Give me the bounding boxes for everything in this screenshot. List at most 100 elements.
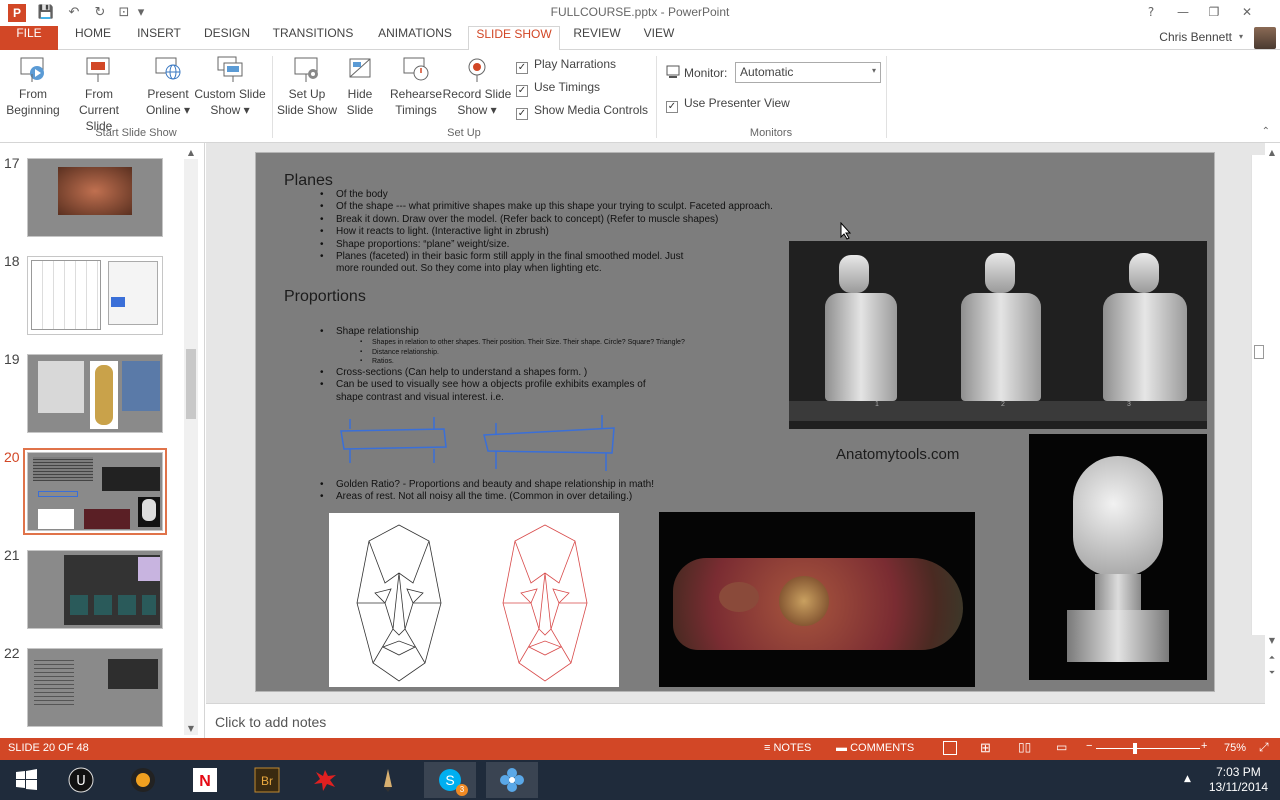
restore-icon[interactable]: ❐ [1203, 2, 1225, 22]
record-slide-show-button[interactable]: Record Slide Show ▾ [442, 54, 512, 118]
scroll-down-icon[interactable]: ▼ [1265, 635, 1279, 647]
taskbar-app[interactable] [117, 762, 169, 798]
taskbar-app[interactable] [486, 762, 538, 798]
proportions-bullet-list[interactable]: Cross-sections (Can help to understand a… [320, 367, 780, 404]
proportions-bullet[interactable]: Shape relationship [320, 326, 780, 339]
taskbar-app[interactable]: Br [241, 762, 293, 798]
reading-view-icon[interactable]: ▯▯ [1018, 740, 1031, 754]
cross-section-photo [659, 512, 975, 687]
previous-slide-icon[interactable]: ⏶ [1265, 652, 1279, 664]
rehearse-timings-button[interactable]: Rehearse Timings [388, 54, 444, 118]
tray-expand-icon[interactable]: ▲ [1184, 774, 1191, 784]
setup-slide-show-button[interactable]: Set Up Slide Show [276, 54, 338, 118]
windows-start-icon [16, 769, 37, 790]
use-timings-checkbox[interactable]: ✓ Use Timings [516, 80, 600, 97]
user-name[interactable]: Chris Bennett [1159, 30, 1232, 44]
group-divider [886, 56, 887, 138]
slide-thumbnail[interactable] [27, 354, 163, 433]
ribbon: From Beginning From Current Slide Presen… [0, 50, 1280, 143]
chevron-down-icon[interactable]: ▾ [1239, 32, 1243, 41]
tab-review[interactable]: REVIEW [570, 26, 624, 50]
thumbnail-number: 19 [4, 351, 20, 367]
fit-to-window-icon[interactable]: ⤢ [1259, 740, 1269, 755]
zoom-slider[interactable] [1096, 748, 1200, 749]
tab-slide-show[interactable]: SLIDE SHOW [468, 26, 560, 51]
from-beginning-button[interactable]: From Beginning [4, 54, 62, 118]
svg-text:S: S [445, 772, 454, 788]
slide-counter: SLIDE 20 OF 48 [8, 742, 89, 754]
normal-view-icon[interactable] [943, 741, 957, 755]
tab-home[interactable]: HOME [66, 26, 120, 50]
zoom-level[interactable]: 75% [1224, 742, 1246, 754]
taskbar-app[interactable] [362, 762, 414, 798]
notes-placeholder[interactable]: Click to add notes [215, 714, 326, 730]
image-caption[interactable]: Anatomytools.com [836, 446, 959, 463]
slide-heading-planes[interactable]: Planes [284, 172, 333, 190]
taskbar-app[interactable] [299, 762, 351, 798]
scrollbar-thumb[interactable] [1254, 345, 1264, 359]
next-slide-icon[interactable]: ⏷ [1265, 667, 1279, 679]
svg-text:U: U [76, 774, 86, 789]
slide-thumbnail[interactable] [27, 550, 163, 629]
hide-slide-button[interactable]: Hide Slide [340, 54, 380, 118]
tab-design[interactable]: DESIGN [198, 26, 256, 50]
current-slide[interactable]: Planes Of the body Of the shape --- what… [255, 152, 1215, 692]
slide-thumbnail[interactable] [27, 256, 163, 335]
slide-thumbnail-selected[interactable] [23, 448, 167, 535]
scroll-up-icon[interactable]: ▲ [1265, 147, 1279, 159]
slideshow-play-icon [20, 57, 44, 82]
proportions-bullet-list-2[interactable]: Golden Ratio? - Proportions and beauty a… [320, 479, 790, 504]
from-current-slide-button[interactable]: From Current Slide [64, 54, 134, 134]
help-icon[interactable]: ? [1140, 2, 1162, 22]
scrollbar-thumb[interactable] [186, 349, 196, 419]
scroll-up-icon[interactable]: ▲ [184, 147, 198, 159]
slide-show-view-icon[interactable]: ▭ [1056, 740, 1067, 754]
monitor-select[interactable]: Automatic ▾ [735, 62, 881, 83]
planes-bullet-list[interactable]: Of the body Of the shape --- what primit… [320, 189, 860, 276]
setup-show-icon [294, 57, 318, 82]
tab-view[interactable]: VIEW [636, 26, 682, 50]
use-presenter-view-checkbox[interactable]: ✓ Use Presenter View [666, 96, 790, 113]
comments-button[interactable]: ▬ COMMENTS [836, 742, 914, 754]
title-bar: P 💾 ↶ ↻ ⊡ ▾ FULLCOURSE.pptx - PowerPoint… [0, 0, 1280, 26]
notes-toggle-button[interactable]: ≡ NOTES [764, 742, 811, 754]
monitor-label: Monitor: [684, 66, 728, 80]
thumbnail-number: 17 [4, 155, 20, 171]
tab-insert[interactable]: INSERT [130, 26, 188, 50]
play-narrations-checkbox[interactable]: ✓ Play Narrations [516, 57, 616, 74]
collapse-ribbon-icon[interactable]: ⌃ [1262, 126, 1270, 137]
slide-sorter-icon[interactable]: ⊞ [980, 740, 991, 756]
taskbar-app-skype[interactable]: S 3 [424, 762, 476, 798]
close-icon[interactable]: ✕ [1236, 2, 1258, 22]
proportions-sub-bullets[interactable]: Shapes in relation to other shapes. Thei… [360, 338, 800, 367]
taskbar-clock[interactable]: 7:03 PM 13/11/2014 [1209, 765, 1268, 795]
show-media-controls-checkbox[interactable]: ✓ Show Media Controls [516, 103, 648, 120]
present-online-button[interactable]: Present Online ▾ [142, 54, 194, 118]
thumbnail-number: 18 [4, 253, 20, 269]
taskbar-app[interactable]: U [55, 762, 107, 798]
zoom-slider-knob[interactable] [1133, 743, 1137, 754]
zoom-out-icon[interactable]: − [1086, 740, 1092, 752]
avatar[interactable] [1254, 27, 1276, 49]
custom-slide-show-button[interactable]: Custom Slide Show ▾ [194, 54, 266, 118]
slideshow-current-icon [86, 57, 110, 82]
windows-start-button[interactable] [0, 762, 52, 798]
bullet: Break it down. Draw over the model. (Ref… [320, 214, 860, 227]
tab-animations[interactable]: ANIMATIONS [370, 26, 460, 50]
comment-icon: ▬ [836, 742, 851, 754]
slide-thumbnail[interactable] [27, 158, 163, 237]
tab-transitions[interactable]: TRANSITIONS [268, 26, 358, 50]
face-planes-drawing [329, 513, 619, 687]
taskbar-app[interactable]: N [179, 762, 231, 798]
minimize-icon[interactable]: — [1172, 2, 1194, 22]
scroll-down-icon[interactable]: ▼ [184, 723, 198, 735]
tab-file[interactable]: FILE [0, 26, 58, 50]
thumbnail-scrollbar[interactable] [184, 159, 198, 735]
slide-thumbnail[interactable] [27, 648, 163, 727]
checkmark-icon: ✓ [516, 108, 528, 120]
zoom-in-icon[interactable]: + [1201, 740, 1207, 752]
ribbon-tabs: FILE HOME INSERT DESIGN TRANSITIONS ANIM… [0, 26, 1280, 51]
slide-scrollbar[interactable] [1251, 155, 1265, 635]
notes-pane[interactable]: Click to add notes [206, 703, 1265, 738]
slide-heading-proportions[interactable]: Proportions [284, 288, 366, 306]
